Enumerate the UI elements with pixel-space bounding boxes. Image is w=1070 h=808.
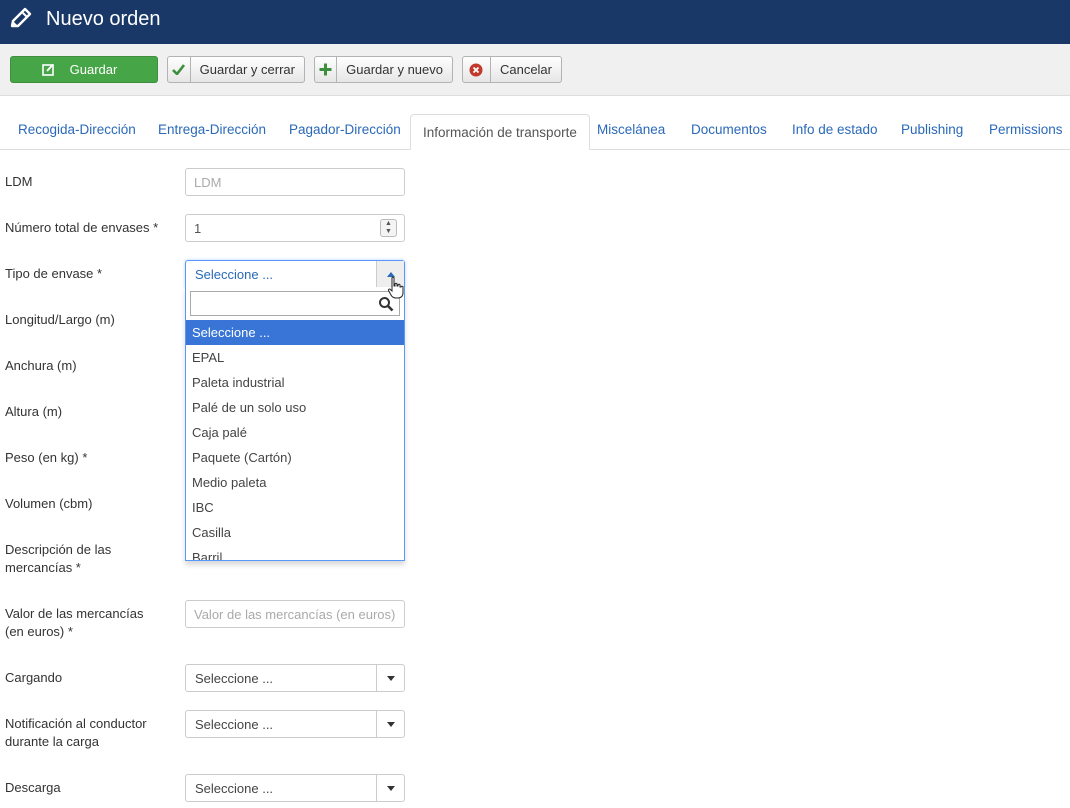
driver-notification-label: Notificación al conductor durante la car… — [5, 715, 147, 751]
total-packages-input[interactable] — [185, 214, 405, 242]
dropdown-option[interactable]: Palé de un solo uso — [186, 395, 404, 420]
page-header: Nuevo orden — [0, 0, 1070, 44]
dropdown-option[interactable]: Seleccione ... — [186, 320, 404, 345]
length-label: Longitud/Largo (m) — [5, 312, 115, 327]
goods-value-label: Valor de las mercancías (en euros) * — [5, 605, 144, 641]
save-close-button-label: Guardar y cerrar — [199, 62, 295, 77]
save-close-button[interactable]: Guardar y cerrar — [167, 56, 305, 83]
tab-bar: Recogida-Dirección Entrega-Dirección Pag… — [0, 114, 1070, 150]
tab-pickup-address[interactable]: Recogida-Dirección — [18, 122, 136, 137]
goods-value-label-line1: Valor de las mercancías — [5, 606, 144, 621]
driver-notification-label-line2: durante la carga — [5, 734, 99, 749]
chevron-down-icon[interactable] — [376, 775, 404, 801]
save-button-label: Guardar — [69, 62, 118, 77]
save-new-button-label: Guardar y nuevo — [346, 62, 443, 77]
goods-value-input[interactable] — [185, 600, 405, 628]
dropdown-option[interactable]: EPAL — [186, 345, 404, 370]
chevron-down-icon[interactable]: ▼ — [381, 228, 396, 236]
package-type-dropdown: Seleccione ... EPAL Paleta industrial Pa… — [185, 287, 405, 561]
dropdown-option[interactable]: IBC — [186, 495, 404, 520]
package-type-select[interactable]: Seleccione ... — [185, 260, 405, 288]
height-label: Altura (m) — [5, 404, 63, 419]
chevron-down-icon[interactable] — [376, 665, 404, 691]
loading-label: Cargando — [5, 670, 63, 685]
driver-notification-select[interactable]: Seleccione ... — [185, 710, 405, 738]
unloading-select[interactable]: Seleccione ... — [185, 774, 405, 802]
total-packages-label: Número total de envases * — [5, 220, 159, 235]
unloading-label: Descarga — [5, 780, 61, 795]
toolbar: Guardar Guardar y cerrar Guardar y nuevo… — [0, 44, 1070, 96]
driver-notification-value: Seleccione ... — [195, 717, 274, 732]
checkmark-icon — [168, 57, 191, 82]
package-type-value: Seleccione ... — [195, 267, 274, 282]
loading-value: Seleccione ... — [195, 671, 274, 686]
goods-value-label-line2: (en euros) * — [5, 624, 73, 639]
dropdown-option[interactable]: Paleta industrial — [186, 370, 404, 395]
tab-payer-address[interactable]: Pagador-Dirección — [289, 122, 401, 137]
dropdown-option[interactable]: Barril — [186, 545, 404, 560]
dropdown-option[interactable]: Medio paleta — [186, 470, 404, 495]
tab-delivery-address[interactable]: Entrega-Dirección — [158, 122, 266, 137]
tab-miscellaneous[interactable]: Miscelánea — [597, 122, 665, 137]
search-icon — [379, 297, 394, 312]
weight-label: Peso (en kg) * — [5, 450, 88, 465]
save-button[interactable]: Guardar — [10, 56, 158, 83]
save-new-button[interactable]: Guardar y nuevo — [314, 56, 453, 83]
chevron-down-icon[interactable] — [376, 711, 404, 737]
page-title: Nuevo orden — [46, 8, 161, 30]
tab-publishing[interactable]: Publishing — [901, 122, 963, 137]
dropdown-options: Seleccione ... EPAL Paleta industrial Pa… — [186, 320, 404, 560]
tab-permissions[interactable]: Permissions — [989, 122, 1063, 137]
dropdown-option[interactable]: Casilla — [186, 520, 404, 545]
package-type-label: Tipo de envase * — [5, 266, 103, 281]
cancel-button-label: Cancelar — [499, 62, 552, 77]
edit-icon — [41, 57, 55, 82]
cancel-button[interactable]: Cancelar — [462, 56, 562, 83]
plus-icon — [315, 57, 338, 82]
tab-status-info[interactable]: Info de estado — [792, 122, 878, 137]
tab-documents[interactable]: Documentos — [691, 122, 767, 137]
number-stepper[interactable]: ▲ ▼ — [380, 219, 397, 237]
description-label-line1: Descripción de las — [5, 542, 112, 557]
width-label: Anchura (m) — [5, 358, 77, 373]
dropdown-option[interactable]: Caja palé — [186, 420, 404, 445]
ldm-input[interactable] — [185, 168, 405, 196]
ldm-label: LDM — [5, 174, 33, 189]
dropdown-search-input[interactable] — [190, 291, 400, 316]
loading-select[interactable]: Seleccione ... — [185, 664, 405, 692]
cancel-circle-icon — [463, 57, 491, 82]
chevron-up-icon[interactable] — [376, 261, 404, 287]
description-label-line2: mercancías * — [5, 560, 81, 575]
dropdown-option[interactable]: Paquete (Cartón) — [186, 445, 404, 470]
driver-notification-label-line1: Notificación al conductor — [5, 716, 147, 731]
chevron-up-icon[interactable]: ▲ — [381, 220, 396, 228]
tab-transport-info[interactable]: Información de transporte — [410, 114, 590, 150]
volume-label: Volumen (cbm) — [5, 496, 93, 511]
pencil-icon — [10, 7, 32, 28]
unloading-value: Seleccione ... — [195, 781, 274, 796]
description-label: Descripción de las mercancías * — [5, 541, 111, 577]
